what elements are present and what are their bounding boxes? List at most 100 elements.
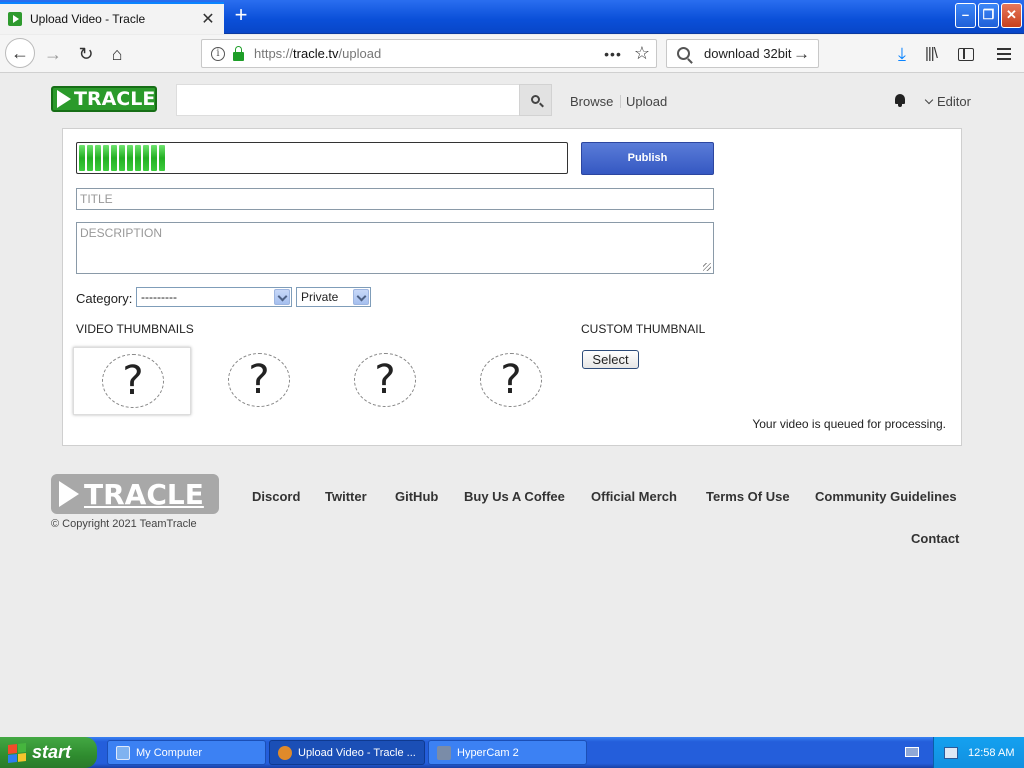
tab-close-icon[interactable]: ✕ — [198, 9, 218, 29]
dropdown-arrow-icon[interactable] — [353, 289, 369, 305]
notifications-bell-icon[interactable] — [894, 93, 906, 107]
footer-link-twitter[interactable]: Twitter — [325, 489, 367, 504]
address-bar[interactable]: i https://tracle.tv/upload ••• ☆ — [201, 39, 657, 68]
taskbar-item-my-computer[interactable]: My Computer — [107, 740, 266, 765]
site-info-icon[interactable]: i — [211, 46, 225, 61]
footer-link-community-guidelines[interactable]: Community Guidelines — [815, 489, 957, 504]
publish-button[interactable]: Publish — [581, 142, 714, 175]
copyright-text: © Copyright 2021 TeamTracle — [51, 518, 197, 530]
privacy-select[interactable]: Private — [296, 287, 371, 307]
video-thumbnails-heading: VIDEO THUMBNAILS — [76, 322, 194, 336]
page-actions-icon[interactable]: ••• — [604, 46, 622, 62]
window-close-button[interactable]: ✕ — [1001, 3, 1022, 28]
hamburger-menu-icon[interactable] — [997, 48, 1011, 63]
progress-segment — [159, 145, 165, 171]
upload-progress-bar — [76, 142, 568, 174]
play-icon — [59, 481, 79, 507]
page-content: TRACLE Browse Upload Editor Publish TITL… — [0, 74, 1024, 737]
chevron-down-icon — [924, 95, 934, 105]
resize-grip-icon[interactable] — [703, 263, 711, 271]
tab-title: Upload Video - Tracle — [30, 12, 146, 26]
progress-segment — [87, 145, 93, 171]
progress-segment — [127, 145, 133, 171]
url-host: tracle.tv — [293, 46, 339, 61]
reload-button[interactable]: ↻ — [72, 40, 100, 68]
browser-search-bar[interactable]: download 32bit → — [666, 39, 819, 68]
system-tray: 12:58 AM — [933, 737, 1024, 768]
select-custom-thumbnail-button[interactable]: Select — [582, 350, 639, 369]
question-mark-icon: ? — [102, 354, 164, 408]
site-search-input[interactable] — [176, 84, 520, 116]
thumbnail-option[interactable]: ? — [73, 347, 191, 415]
thumbnail-option[interactable]: ? — [452, 347, 570, 415]
nav-link-upload[interactable]: Upload — [626, 94, 667, 109]
play-icon — [57, 90, 71, 108]
url-path: /upload — [338, 46, 382, 61]
privacy-select-value: Private — [301, 290, 339, 304]
footer-logo[interactable]: TRACLE — [51, 474, 219, 514]
hypercam-icon — [437, 745, 451, 760]
category-label: Category: — [76, 291, 133, 306]
progress-segment — [151, 145, 157, 171]
question-mark-icon: ? — [354, 353, 416, 407]
nav-divider — [620, 95, 621, 108]
progress-segment — [135, 145, 141, 171]
thumbnail-option[interactable]: ? — [200, 347, 318, 415]
category-select[interactable]: --------- — [136, 287, 292, 307]
editor-menu-label: Editor — [937, 94, 971, 109]
taskbar-item-hypercam[interactable]: HyperCam 2 — [428, 740, 587, 765]
footer-link-contact[interactable]: Contact — [911, 531, 959, 546]
sidebar-toggle-icon[interactable] — [958, 48, 974, 61]
site-logo[interactable]: TRACLE — [51, 86, 157, 112]
taskbar-item-browser[interactable]: Upload Video - Tracle ... — [269, 740, 425, 765]
clock[interactable]: 12:58 AM — [968, 747, 1014, 759]
progress-segment — [119, 145, 125, 171]
title-field[interactable]: TITLE — [76, 188, 714, 210]
search-icon — [531, 95, 540, 104]
progress-segment — [95, 145, 101, 171]
nav-link-browse[interactable]: Browse — [570, 94, 613, 109]
browser-search-text[interactable]: download 32bit — [704, 46, 793, 61]
progress-segment — [143, 145, 149, 171]
upload-card: Publish TITLE DESCRIPTION Category: ----… — [62, 128, 962, 446]
progress-segment — [103, 145, 109, 171]
taskbar-item-label: HyperCam 2 — [457, 746, 519, 759]
url-scheme: https:// — [254, 46, 294, 61]
computer-icon — [116, 745, 130, 760]
forward-button[interactable]: → — [39, 40, 67, 68]
library-icon[interactable]: |||\ — [925, 40, 938, 68]
footer-link-discord[interactable]: Discord — [252, 489, 300, 504]
description-field[interactable]: DESCRIPTION — [76, 222, 714, 274]
footer-link-github[interactable]: GitHub — [395, 489, 438, 504]
window-restore-button[interactable]: ❐ — [978, 3, 999, 28]
url-text[interactable]: https://tracle.tv/upload — [254, 46, 604, 61]
footer-link-terms-of-use[interactable]: Terms Of Use — [706, 489, 790, 504]
site-search-button[interactable] — [519, 84, 552, 116]
dropdown-arrow-icon[interactable] — [274, 289, 290, 305]
network-icon[interactable] — [944, 746, 958, 759]
footer-logo-text: TRACLE — [84, 477, 204, 511]
footer-link-official-merch[interactable]: Official Merch — [591, 489, 677, 504]
taskbar-item-label: Upload Video - Tracle ... — [298, 746, 416, 759]
browser-tab[interactable]: Upload Video - Tracle ✕ — [0, 2, 224, 34]
keyboard-icon[interactable] — [905, 747, 919, 757]
new-tab-button[interactable]: + — [229, 4, 253, 28]
lock-icon — [233, 45, 244, 61]
editor-menu[interactable]: Editor — [924, 94, 971, 109]
windows-flag-icon — [8, 742, 26, 763]
progress-segment — [79, 145, 85, 171]
browser-title-bar: Upload Video - Tracle ✕ + – ❐ ✕ — [0, 0, 1024, 34]
footer-link-buy-us-a-coffee[interactable]: Buy Us A Coffee — [464, 489, 565, 504]
progress-segment — [111, 145, 117, 171]
downloads-icon[interactable]: ⤓ — [892, 40, 912, 68]
tracle-favicon-icon — [8, 12, 22, 26]
back-button[interactable]: ← — [5, 38, 35, 68]
home-button[interactable]: ⌂ — [103, 40, 131, 68]
start-label: start — [32, 742, 72, 762]
window-minimize-button[interactable]: – — [955, 3, 976, 28]
thumbnail-option[interactable]: ? — [326, 347, 444, 415]
start-button[interactable]: start — [0, 737, 97, 768]
search-go-icon[interactable]: → — [793, 44, 810, 64]
bookmark-star-icon[interactable]: ☆ — [634, 43, 650, 64]
firefox-icon — [278, 745, 292, 760]
